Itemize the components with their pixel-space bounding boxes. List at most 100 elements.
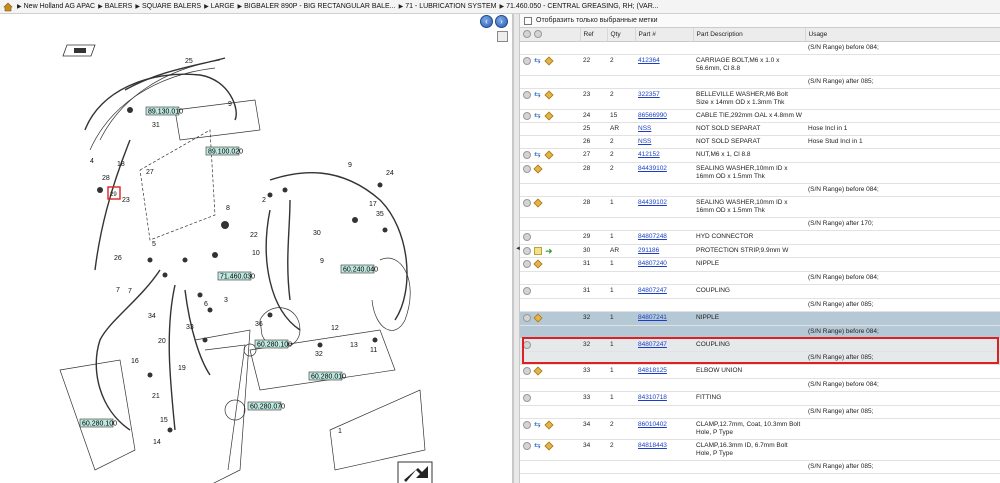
- swap-icon[interactable]: ⇆: [534, 111, 542, 120]
- details-icon[interactable]: [523, 393, 531, 402]
- table-row[interactable]: ⇆ 34 2 86010402 CLAMP,12.7mm, Coat, 10.3mm B…: [520, 418, 1000, 440]
- part-number-link[interactable]: 84439102: [638, 165, 667, 172]
- add-to-cart-icon[interactable]: [533, 313, 543, 323]
- part-number-link[interactable]: 84439102: [638, 199, 667, 206]
- table-row[interactable]: ⇆ 23 2 322357 BELLEVILLE WASHER,M6 Bolt Size…: [520, 88, 1000, 110]
- part-number-link[interactable]: NSS: [638, 125, 651, 132]
- add-to-cart-icon[interactable]: [544, 55, 554, 66]
- usage-row[interactable]: (S/N Range) after 170;: [520, 217, 1000, 231]
- usage-row[interactable]: (S/N Range) after 085;: [520, 298, 1000, 312]
- part-number-link[interactable]: 84310718: [638, 394, 667, 401]
- table-row[interactable]: ➜ 30 AR 291186 PROTECTION STRIP,9.9mm W: [520, 244, 1000, 259]
- details-icon[interactable]: [523, 232, 531, 241]
- usage-row[interactable]: (S/N Range) before 084;: [520, 378, 1000, 392]
- details-icon[interactable]: [523, 420, 531, 429]
- arrow-right-icon[interactable]: ➜: [545, 246, 553, 255]
- next-page-button[interactable]: ›: [495, 15, 508, 28]
- swap-icon[interactable]: ⇆: [534, 56, 542, 65]
- exploded-parts-diagram[interactable]: 89.130.010 89.100.020 71.460.030 60.240.…: [0, 30, 510, 483]
- add-to-cart-icon[interactable]: [544, 420, 554, 430]
- table-row[interactable]: ⇆ 22 2 412364 CARRIAGE BOLT,M6 x 1.0 x 56.6m…: [520, 54, 1000, 76]
- add-to-cart-icon[interactable]: [544, 110, 554, 121]
- details-icon[interactable]: [523, 90, 531, 99]
- part-number-link[interactable]: 322357: [638, 91, 660, 98]
- usage-row[interactable]: (S/N Range) before 084;: [520, 325, 1000, 339]
- note-icon[interactable]: [534, 246, 542, 255]
- swap-icon[interactable]: ⇆: [534, 90, 542, 99]
- table-row[interactable]: 33 1 84310718 FITTING: [520, 391, 1000, 406]
- part-number-link[interactable]: 291186: [638, 247, 659, 254]
- breadcrumb-item[interactable]: 71.460.050 - CENTRAL GREASING, RH; (VAR.…: [506, 3, 659, 10]
- breadcrumb-item[interactable]: SQUARE BALERS: [142, 3, 201, 10]
- table-row[interactable]: 31 1 84807247 COUPLING: [520, 284, 1000, 299]
- settings-icon[interactable]: [534, 30, 542, 39]
- usage-row[interactable]: (S/N Range) before 084;: [520, 41, 1000, 55]
- add-to-cart-icon[interactable]: [533, 198, 543, 208]
- details-icon[interactable]: [523, 367, 531, 376]
- part-number-link[interactable]: NSS: [638, 138, 651, 145]
- part-number-link[interactable]: 84807247: [638, 341, 667, 348]
- details-icon[interactable]: [523, 198, 531, 207]
- add-to-cart-icon[interactable]: [544, 441, 554, 451]
- add-to-cart-icon[interactable]: [544, 150, 554, 160]
- header-ref[interactable]: Ref: [580, 28, 608, 42]
- table-row[interactable]: 32 1 84807241 NIPPLE: [520, 311, 1000, 326]
- header-qty[interactable]: Qty: [607, 28, 636, 42]
- details-icon[interactable]: [523, 313, 531, 322]
- previous-page-button[interactable]: ‹: [480, 15, 493, 28]
- table-row[interactable]: 33 1 84818125 ELBOW UNION: [520, 364, 1000, 379]
- part-number-link[interactable]: 84807240: [638, 260, 667, 267]
- reset-view-icon[interactable]: [397, 461, 433, 483]
- header-description[interactable]: Part Description: [693, 28, 806, 42]
- details-icon[interactable]: [523, 56, 531, 65]
- pane-splitter[interactable]: ◄: [513, 14, 521, 483]
- table-row[interactable]: ⇆ 27 2 412152 NUT,M6 x 1, Cl 8.8: [520, 148, 1000, 163]
- table-row[interactable]: ⇆ 34 2 84818443 CLAMP,16.3mm ID, 6.7mm Bolt …: [520, 439, 1000, 461]
- usage-row[interactable]: (S/N Range) after 085;: [520, 460, 1000, 474]
- part-number-link[interactable]: 84807248: [638, 233, 667, 240]
- table-row[interactable]: 31 1 84807240 NIPPLE: [520, 257, 1000, 273]
- details-icon[interactable]: [523, 151, 531, 160]
- details-icon[interactable]: [523, 164, 531, 173]
- reference-numbers[interactable]: 25 9 31 18 4 27 28 23 26 7 30 10 22 8 5 …: [90, 58, 394, 446]
- expand-all-icon[interactable]: [523, 30, 531, 39]
- swap-icon[interactable]: ⇆: [534, 151, 542, 159]
- breadcrumb-item[interactable]: LARGE: [211, 3, 235, 10]
- table-row[interactable]: 25 AR NSS NOT SOLD SEPARAT Hose Incl in 1: [520, 122, 1000, 137]
- details-icon[interactable]: [523, 340, 531, 349]
- part-number-link[interactable]: 412364: [638, 57, 660, 64]
- part-number-link[interactable]: 84807247: [638, 287, 667, 294]
- table-row[interactable]: 29 1 84807248 HYD CONNECTOR: [520, 230, 1000, 245]
- usage-row[interactable]: (S/N Range) after 085;: [520, 405, 1000, 419]
- table-row[interactable]: 26 2 NSS NOT SOLD SEPARAT Hose Stud Incl in …: [520, 135, 1000, 150]
- show-selected-only-checkbox[interactable]: [524, 16, 532, 25]
- add-to-cart-icon[interactable]: [533, 259, 543, 269]
- breadcrumb-item[interactable]: BIGBALER 890P - BIG RECTANGULAR BALE...: [244, 3, 395, 10]
- swap-icon[interactable]: ⇆: [534, 420, 542, 429]
- details-icon[interactable]: [523, 246, 531, 255]
- header-usage[interactable]: Usage: [805, 28, 1000, 42]
- add-to-cart-icon[interactable]: [533, 164, 543, 174]
- add-to-cart-icon[interactable]: [533, 366, 543, 376]
- details-icon[interactable]: [523, 111, 531, 120]
- swap-icon[interactable]: ⇆: [534, 441, 542, 450]
- details-icon[interactable]: [523, 441, 531, 450]
- home-icon[interactable]: [3, 2, 13, 12]
- usage-row[interactable]: (S/N Range) before 084;: [520, 271, 1000, 286]
- part-number-link[interactable]: 86566990: [638, 112, 667, 119]
- part-number-link[interactable]: 84818443: [638, 442, 667, 449]
- breadcrumb-item[interactable]: BALERS: [105, 3, 133, 10]
- breadcrumb-item[interactable]: 71 - LUBRICATION SYSTEM: [405, 3, 496, 10]
- usage-row[interactable]: (S/N Range) after 085;: [520, 75, 1000, 89]
- usage-row[interactable]: (S/N Range) after 085;: [520, 351, 1000, 366]
- details-icon[interactable]: [523, 287, 531, 296]
- details-icon[interactable]: [523, 260, 531, 269]
- table-row[interactable]: ⇆ 24 15 86566990 CABLE TIE,292mm OAL x 4.8mm…: [520, 109, 1000, 124]
- add-to-cart-icon[interactable]: [544, 89, 554, 100]
- table-row[interactable]: 28 2 84439102 SEALING WASHER,10mm ID x 16mm…: [520, 162, 1000, 184]
- part-number-link[interactable]: 412152: [638, 151, 660, 158]
- breadcrumb-item[interactable]: New Holland AG APAC: [24, 3, 95, 10]
- table-row[interactable]: 28 1 84439102 SEALING WASHER,10mm ID x 16mm…: [520, 196, 1000, 218]
- part-number-link[interactable]: 86010402: [638, 421, 667, 428]
- usage-row[interactable]: (S/N Range) before 084;: [520, 183, 1000, 197]
